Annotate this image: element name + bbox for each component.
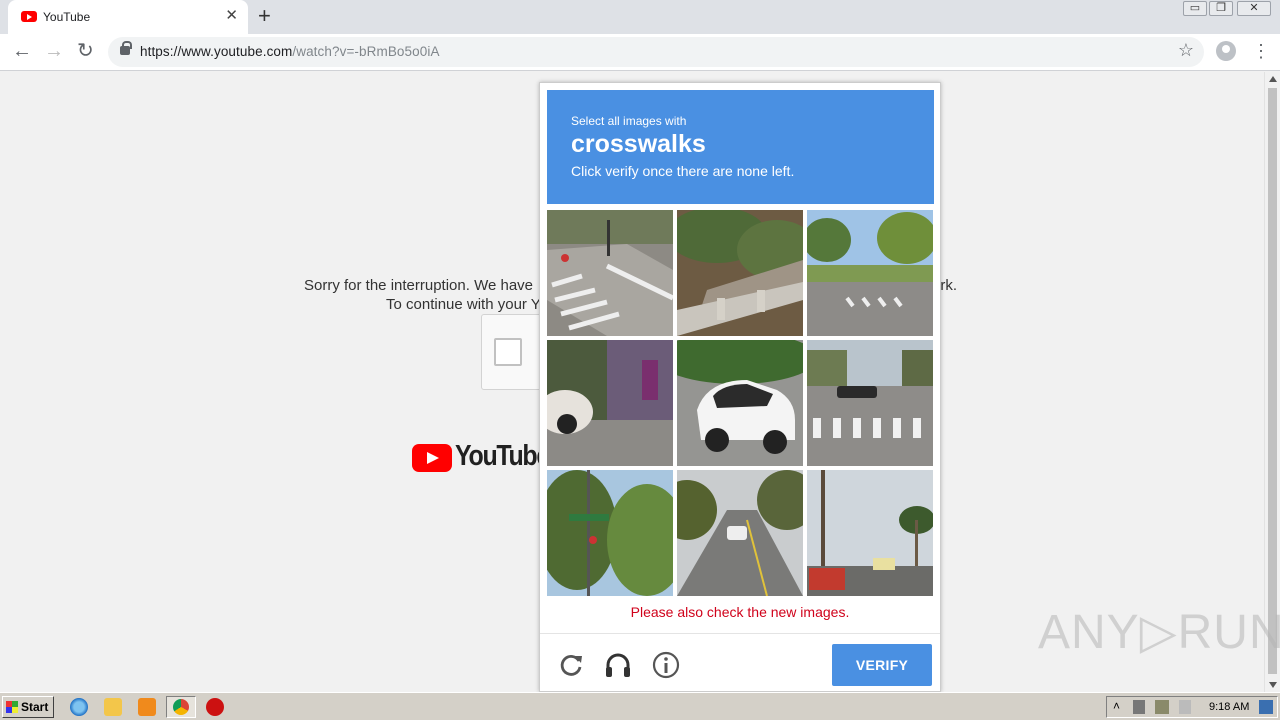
browser-toolbar: ← → ↻ https://www.youtube.com/watch?v=-b… [0,34,1280,71]
windows-logo-icon [6,701,18,713]
volume-icon[interactable] [1133,700,1145,714]
youtube-play-icon [412,444,452,472]
minimize-button[interactable]: ▭ [1183,1,1207,16]
scrollbar[interactable] [1264,72,1280,692]
browser-menu-icon[interactable]: ⋮ [1252,39,1270,63]
audio-challenge-icon[interactable] [604,651,632,679]
scroll-down-icon[interactable] [1269,682,1277,688]
challenge-footer: VERIFY [540,633,940,691]
image-tile-4[interactable] [547,340,673,466]
close-window-button[interactable]: ✕ [1237,1,1271,16]
ie-icon[interactable] [70,698,88,716]
chrome-icon [173,699,189,715]
tray-expand-icon[interactable]: ˄ [1113,699,1120,713]
system-tray: ˄ 9:18 AM [1106,696,1278,718]
url-host: https://www.youtube.com [140,44,293,59]
reload-button[interactable]: ↻ [77,38,94,64]
info-icon[interactable] [652,651,680,679]
challenge-target: crosswalks [571,130,706,158]
lock-icon [120,41,132,55]
tab-close-icon[interactable]: ✕ [225,7,238,25]
taskbar: Start ˄ 9:18 AM [0,692,1280,720]
restore-button[interactable]: ❐ [1209,1,1233,16]
instruction-pre: Select all images with [571,114,687,128]
profile-avatar-icon[interactable] [1216,41,1236,61]
url-path: /watch?v=-bRmBo5o0iA [292,44,440,59]
network-icon[interactable] [1155,700,1169,714]
error-message: Please also check the new images. [630,604,850,620]
action-center-flag-icon[interactable] [1179,700,1191,714]
tab-youtube[interactable]: YouTube ✕ [8,0,248,34]
tab-title: YouTube [43,10,91,24]
url-text[interactable]: https://www.youtube.com/watch?v=-bRmBo5o… [140,44,440,59]
tab-strip: YouTube ✕ + ▭ ❐ ✕ [0,0,1280,34]
address-bar[interactable]: https://www.youtube.com/watch?v=-bRmBo5o… [108,37,1204,67]
continue-text: To continue with your Y [386,296,541,313]
youtube-wordmark: YouTube [455,440,550,472]
image-tile-3[interactable] [807,210,933,336]
explorer-folder-icon[interactable] [104,698,122,716]
opera-icon[interactable] [206,698,224,716]
image-tile-9[interactable] [807,470,933,596]
start-button[interactable]: Start [2,696,54,718]
image-grid [547,210,934,597]
scroll-up-icon[interactable] [1269,76,1277,82]
media-player-icon[interactable] [138,698,156,716]
image-tile-5[interactable] [677,340,803,466]
instruction-post: Click verify once there are none left. [571,163,795,179]
chrome-taskbar-item[interactable] [166,696,196,718]
clock[interactable]: 9:18 AM [1209,701,1249,713]
reload-challenge-icon[interactable] [557,651,585,679]
youtube-favicon-icon [21,11,37,22]
image-tile-2[interactable] [677,210,803,336]
show-desktop-icon[interactable] [1259,700,1273,714]
recaptcha-checkbox[interactable] [494,338,522,366]
back-button[interactable]: ← [12,38,32,64]
image-tile-1[interactable] [547,210,673,336]
image-tile-7[interactable] [547,470,673,596]
forward-button[interactable]: → [44,38,64,64]
bookmark-star-icon[interactable]: ☆ [1178,40,1194,61]
verify-button[interactable]: VERIFY [832,644,932,686]
recaptcha-challenge: Select all images with crosswalks Click … [539,82,941,692]
scroll-thumb[interactable] [1268,88,1277,674]
start-label: Start [21,700,49,714]
image-tile-8[interactable] [677,470,803,596]
sorry-text-start: Sorry for the interruption. We have [304,277,533,294]
new-tab-button[interactable]: + [258,3,271,29]
image-tile-6[interactable] [807,340,933,466]
challenge-header: Select all images with crosswalks Click … [547,90,934,204]
anyrun-watermark: ANY▷RUN [1038,606,1280,659]
